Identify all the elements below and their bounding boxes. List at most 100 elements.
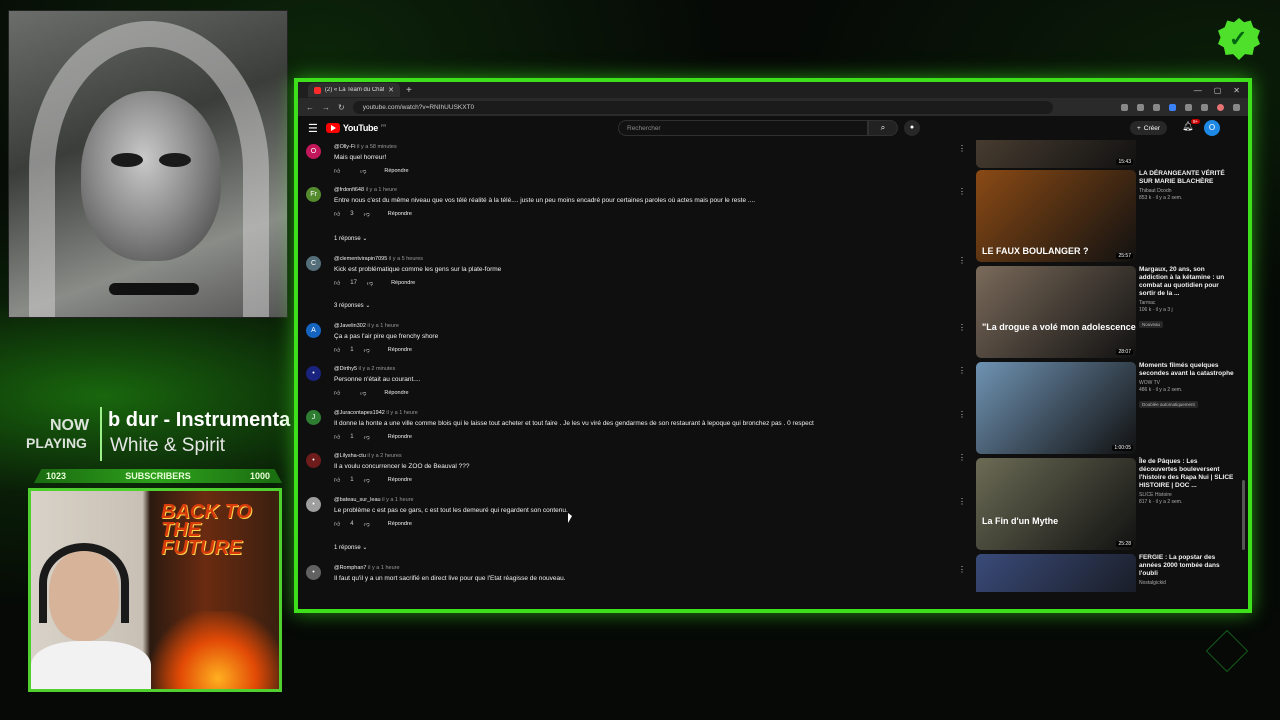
reply-button[interactable]: Répondre xyxy=(388,521,412,527)
dislike-icon[interactable]: 👎︎ xyxy=(364,476,370,484)
reply-button[interactable]: Répondre xyxy=(388,347,412,353)
comment-avatar[interactable]: A xyxy=(306,323,321,338)
video-thumbnail[interactable]: La Fin d'un Mythe 25:28 xyxy=(976,458,1136,550)
extension-icon[interactable] xyxy=(1185,103,1192,111)
comment-avatar[interactable]: • xyxy=(306,565,321,580)
like-icon[interactable]: 👍︎ xyxy=(334,167,340,175)
video-channel[interactable]: WOW TV xyxy=(1139,380,1235,386)
video-channel[interactable]: Thibaut Dcodn xyxy=(1139,188,1235,194)
comment-time[interactable]: il y a 2 heures xyxy=(367,453,401,459)
comment-time[interactable]: il y a 1 heure xyxy=(367,323,399,329)
replies-toggle[interactable]: 1 réponse ⌄ xyxy=(334,544,367,551)
new-tab-button[interactable]: + xyxy=(406,85,412,96)
more-options-icon[interactable]: ⋮ xyxy=(958,565,966,574)
comment-avatar[interactable]: • xyxy=(306,366,321,381)
bookmark-star-icon[interactable] xyxy=(1153,103,1160,111)
minimize-icon[interactable]: — xyxy=(1194,86,1202,95)
comment-avatar[interactable]: O xyxy=(306,144,321,159)
comment-time[interactable]: il y a 2 minutes xyxy=(359,366,396,372)
video-title[interactable]: FERGIE : La popstar des années 2000 tomb… xyxy=(1139,554,1235,578)
more-options-icon[interactable]: ⋮ xyxy=(958,256,966,265)
reply-button[interactable]: Répondre xyxy=(384,390,408,396)
replies-toggle[interactable]: 3 réponses ⌄ xyxy=(334,302,370,309)
close-tab-icon[interactable]: ✕ xyxy=(388,86,394,94)
close-window-icon[interactable]: ✕ xyxy=(1233,86,1240,95)
video-thumbnail[interactable]: LE FAUX BOULANGER ? 25:57 xyxy=(976,170,1136,262)
like-icon[interactable]: 👍︎ xyxy=(334,476,340,484)
video-title[interactable]: LA DÉRANGEANTE VÉRITÉ SUR MARIE BLACHÈRE xyxy=(1139,170,1235,186)
create-button[interactable]: + Créer xyxy=(1130,121,1168,135)
dislike-icon[interactable]: 👎︎ xyxy=(364,433,370,441)
comment-avatar[interactable]: Fr xyxy=(306,187,321,202)
extension-icon[interactable] xyxy=(1169,103,1176,111)
video-title[interactable]: Île de Pâques : Les découvertes boulever… xyxy=(1139,458,1235,490)
dislike-icon[interactable]: 👎︎ xyxy=(360,389,366,397)
forward-icon[interactable]: → xyxy=(322,103,330,112)
browser-tab[interactable]: (2) « La Team du Château » ... ✕ xyxy=(308,83,400,97)
video-channel[interactable]: SLICE Histoire xyxy=(1139,492,1235,498)
video-thumbnail[interactable] xyxy=(976,554,1136,592)
youtube-logo[interactable]: YouTube FR xyxy=(325,123,386,133)
video-thumbnail[interactable]: 1:00:05 xyxy=(976,362,1136,454)
reply-button[interactable]: Répondre xyxy=(388,434,412,440)
maximize-icon[interactable]: ▢ xyxy=(1214,86,1222,95)
account-avatar[interactable]: O xyxy=(1204,120,1220,136)
video-thumbnail[interactable]: "La drogue a volé mon adolescence" 28:07 xyxy=(976,266,1136,358)
extension-icon[interactable] xyxy=(1201,103,1208,111)
extension-icon[interactable] xyxy=(1137,103,1144,111)
like-icon[interactable]: 👍︎ xyxy=(334,346,340,354)
dislike-icon[interactable]: 👎︎ xyxy=(364,346,370,354)
like-icon[interactable]: 👍︎ xyxy=(334,433,340,441)
comment-time[interactable]: il y a 1 heure xyxy=(368,565,400,571)
more-options-icon[interactable]: ⋮ xyxy=(958,323,966,332)
extension-icon[interactable] xyxy=(1121,103,1128,111)
like-icon[interactable]: 👍︎ xyxy=(334,210,340,218)
comment-avatar[interactable]: • xyxy=(306,453,321,468)
comment-time[interactable]: il y a 1 heure xyxy=(386,410,418,416)
more-options-icon[interactable]: ⋮ xyxy=(958,410,966,419)
more-options-icon[interactable]: ⋮ xyxy=(958,187,966,196)
video-title[interactable]: Moments filmés quelques secondes avant l… xyxy=(1139,362,1235,378)
more-options-icon[interactable]: ⋮ xyxy=(958,144,966,153)
url-field[interactable]: youtube.com/watch?v=RNIhUUSKXT0 xyxy=(352,100,1053,114)
reply-button[interactable]: Répondre xyxy=(391,280,415,286)
more-options-icon[interactable]: ⋮ xyxy=(958,497,966,506)
comment-author[interactable]: @Olly-Fi xyxy=(334,144,355,150)
comment-author[interactable]: @Romphan7 xyxy=(334,565,367,571)
replies-toggle[interactable]: 1 réponse ⌄ xyxy=(334,235,367,242)
comment-author[interactable]: @Lilysha-ctu xyxy=(334,453,366,459)
dislike-icon[interactable]: 👎︎ xyxy=(367,279,373,287)
comment-avatar[interactable]: • xyxy=(306,497,321,512)
comment-avatar[interactable]: C xyxy=(306,256,321,271)
comment-author[interactable]: @frdonfi648 xyxy=(334,187,364,193)
search-icon[interactable]: ⌕ xyxy=(868,120,898,136)
comment-author[interactable]: @bateau_sur_leau xyxy=(334,497,381,503)
browser-menu-icon[interactable] xyxy=(1233,103,1240,111)
more-options-icon[interactable]: ⋮ xyxy=(958,453,966,462)
video-channel[interactable]: Nostalgickid xyxy=(1139,580,1235,586)
comment-author[interactable]: @clementvirapin7095 xyxy=(334,256,387,262)
like-icon[interactable]: 👍︎ xyxy=(334,520,340,528)
video-channel[interactable]: Tarmac xyxy=(1139,300,1235,306)
reply-button[interactable]: Répondre xyxy=(384,168,408,174)
reply-button[interactable]: Répondre xyxy=(388,211,412,217)
reply-button[interactable]: Répondre xyxy=(388,477,412,483)
video-title[interactable]: Margaux, 20 ans, son addiction à la kéta… xyxy=(1139,266,1235,298)
dislike-icon[interactable]: 👎︎ xyxy=(360,167,366,175)
comment-time[interactable]: il y a 58 minutes xyxy=(357,144,397,150)
comment-author[interactable]: @Dirthy5 xyxy=(334,366,357,372)
more-options-icon[interactable]: ⋮ xyxy=(958,366,966,375)
scrollbar[interactable] xyxy=(1242,480,1245,550)
hamburger-menu-icon[interactable]: ☰ xyxy=(308,122,318,135)
comment-author[interactable]: @Javelin302 xyxy=(334,323,366,329)
back-icon[interactable]: ← xyxy=(306,103,314,112)
comment-time[interactable]: il y a 1 heure xyxy=(382,497,414,503)
reload-icon[interactable]: ↻ xyxy=(338,103,345,112)
dislike-icon[interactable]: 👎︎ xyxy=(364,210,370,218)
dislike-icon[interactable]: 👎︎ xyxy=(364,520,370,528)
like-icon[interactable]: 👍︎ xyxy=(334,279,340,287)
comment-time[interactable]: il y a 1 heure xyxy=(366,187,398,193)
comment-time[interactable]: il y a 5 heures xyxy=(389,256,423,262)
microphone-icon[interactable]: ● xyxy=(904,120,920,136)
comment-author[interactable]: @Juracontapes1942 xyxy=(334,410,385,416)
